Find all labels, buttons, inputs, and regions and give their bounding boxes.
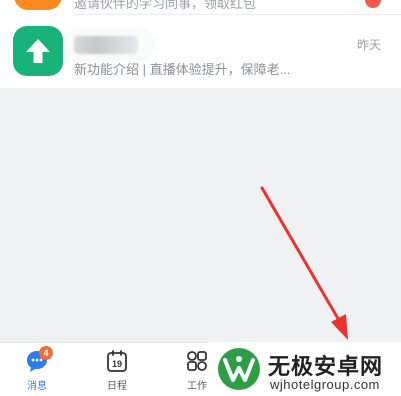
message-preview: 新功能介绍 | 直播体验提升，保障老... xyxy=(74,62,291,77)
nav-tab-messages[interactable]: 4 消息 xyxy=(17,346,57,392)
watermark-url: wjhotelgroup.com xyxy=(270,377,380,392)
divider xyxy=(74,14,401,15)
avatar xyxy=(14,0,62,10)
conversation-row[interactable]: 昨天 新功能介绍 | 直播体验提升，保障老... xyxy=(0,14,401,88)
nav-tab-label: 消息 xyxy=(27,381,47,392)
upgrade-app-avatar xyxy=(13,26,63,76)
sender-name-blurred xyxy=(74,36,138,54)
workspace-icon xyxy=(187,351,207,371)
up-arrow-icon xyxy=(26,39,50,63)
calendar-day: 19 xyxy=(112,359,122,369)
calendar-icon: 19 xyxy=(107,350,127,372)
conversation-row-partial[interactable]: 邀请伙伴的学习同事，领取红包 xyxy=(0,0,401,14)
nav-tab-schedule[interactable]: 19 日程 xyxy=(97,349,137,392)
unread-badge xyxy=(365,0,381,8)
message-time: 昨天 xyxy=(356,38,381,52)
unread-count-badge: 4 xyxy=(39,346,53,360)
watermark-logo-icon xyxy=(218,348,260,390)
watermark: 无极安卓网 wjhotelgroup.com xyxy=(208,342,401,396)
nav-tab-label: 日程 xyxy=(107,381,127,392)
message-preview: 邀请伙伴的学习同事，领取红包 xyxy=(74,0,257,11)
screen: 邀请伙伴的学习同事，领取红包 昨天 新功能介绍 | 直播体验提升，保障老... xyxy=(0,0,401,396)
